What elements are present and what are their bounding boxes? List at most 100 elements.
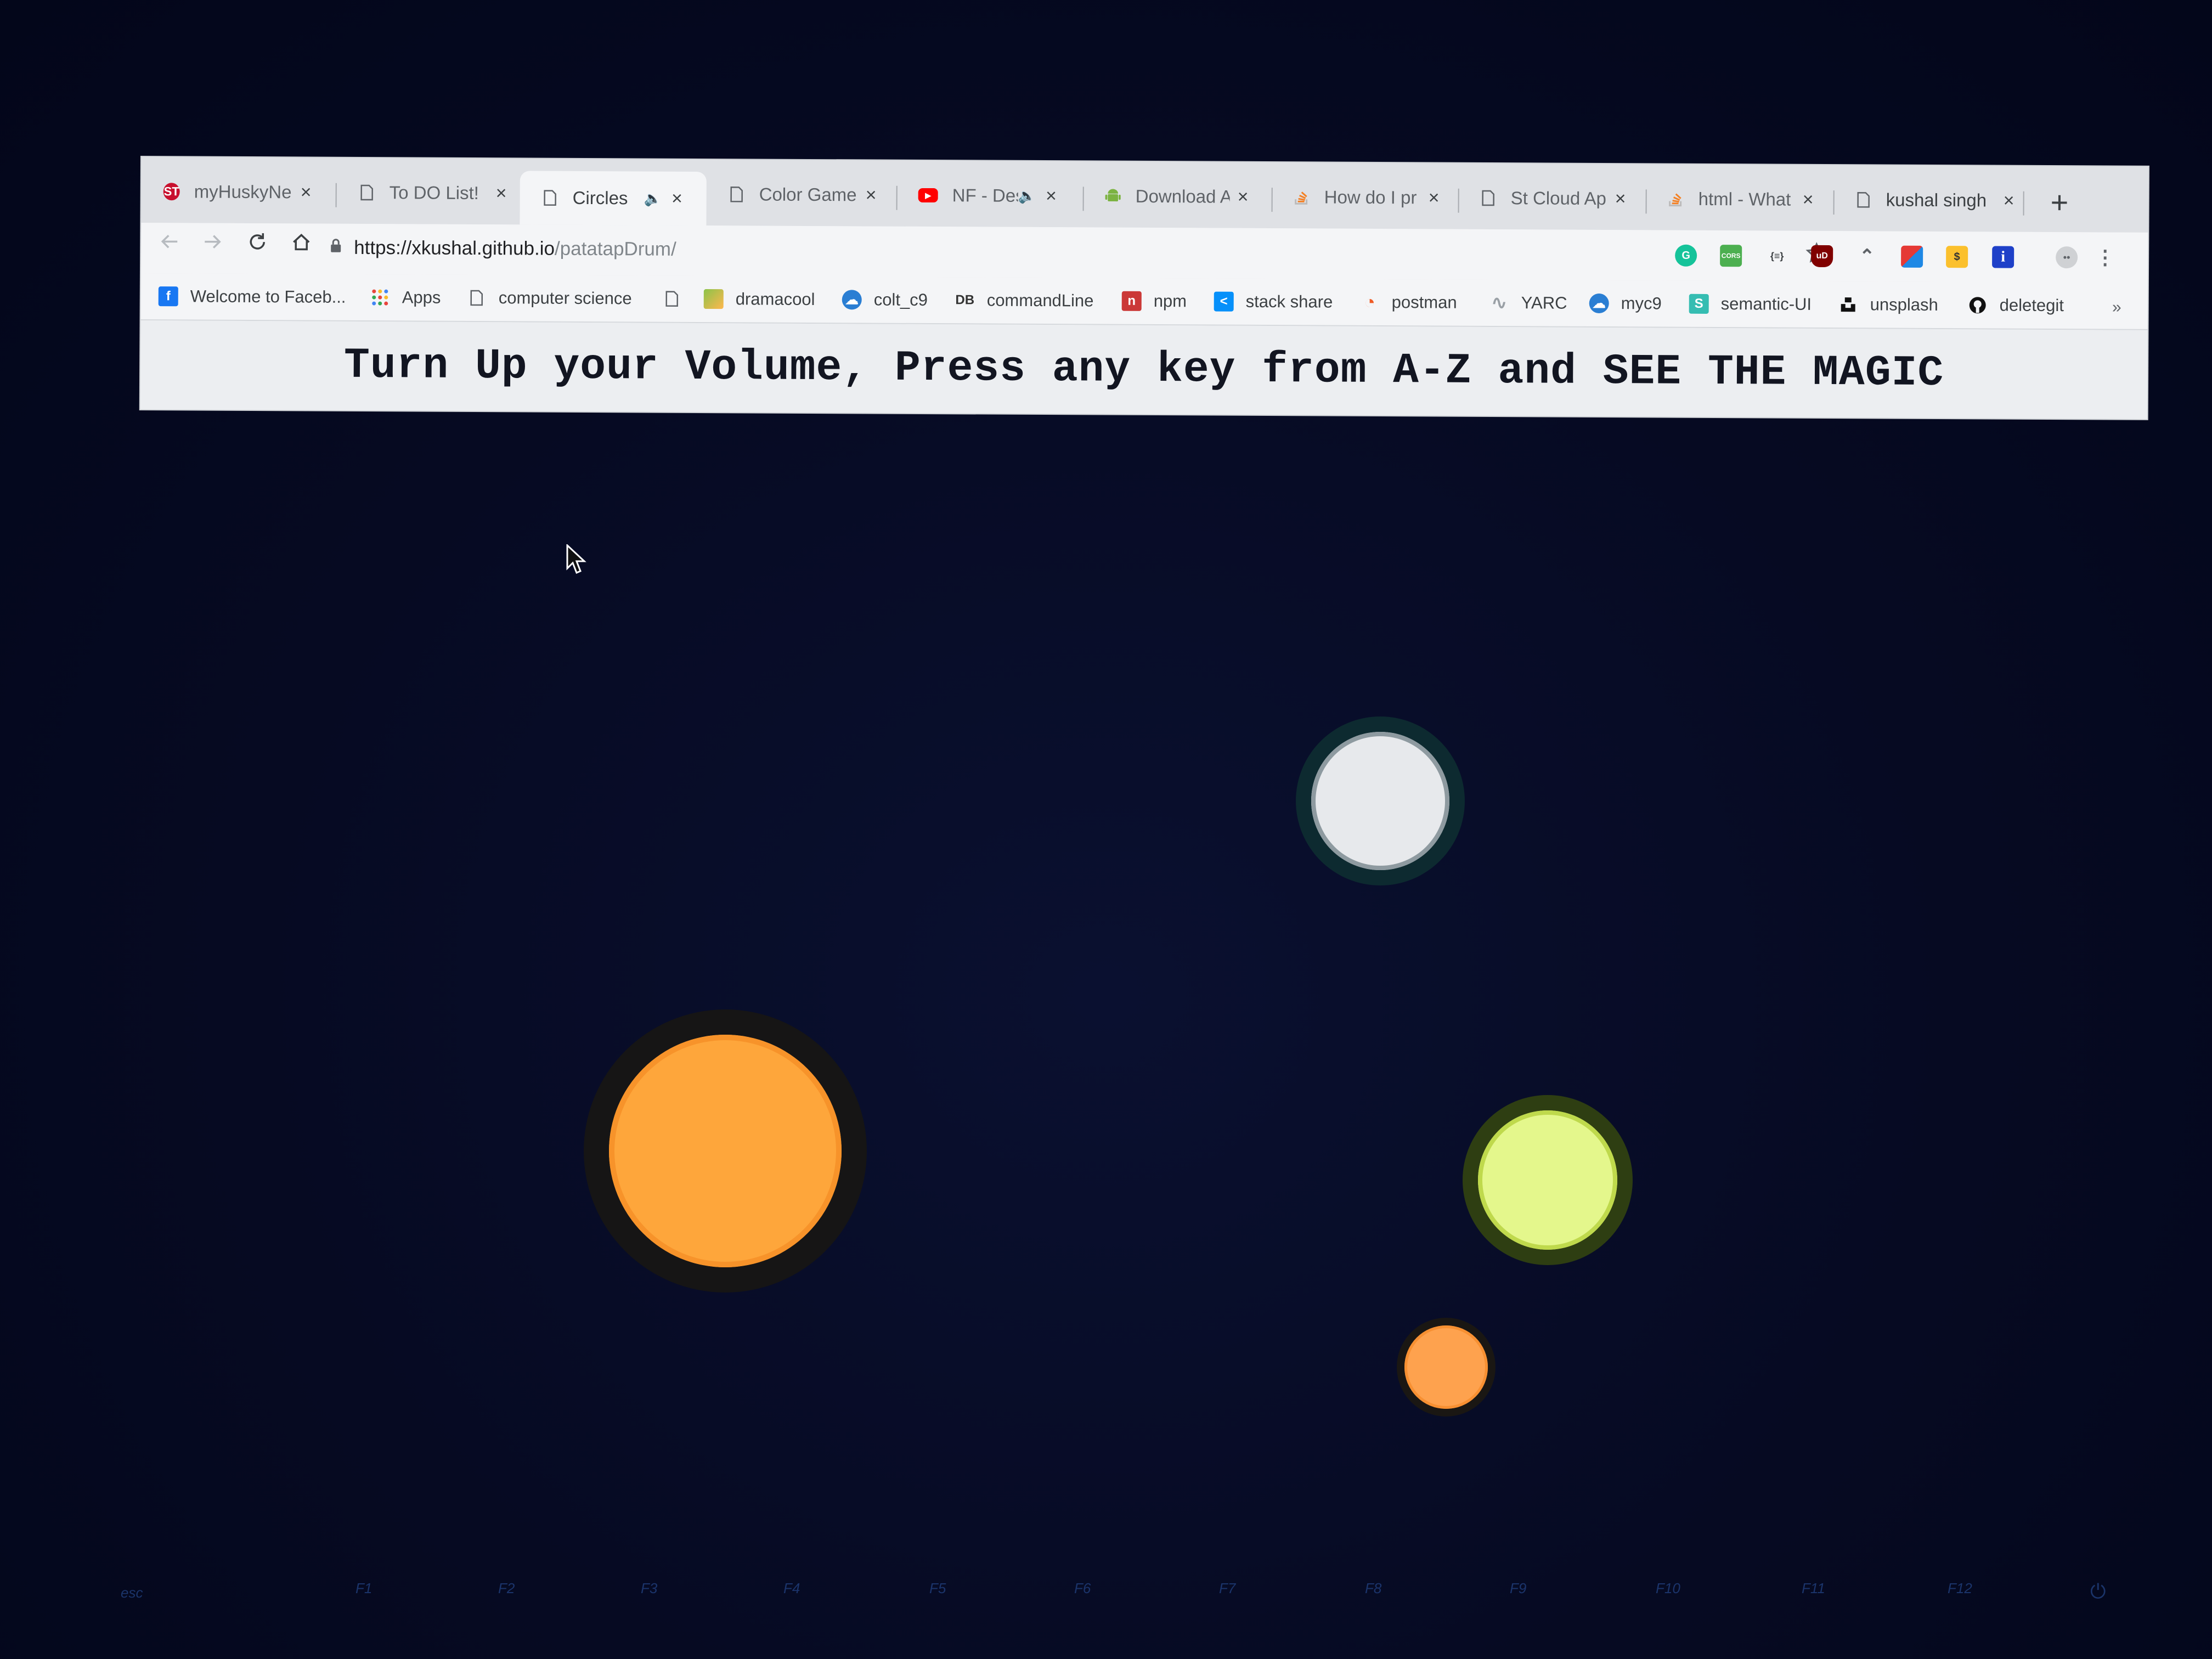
tab-circles[interactable]: Circles 🔈 × <box>520 171 707 226</box>
close-icon[interactable]: × <box>866 184 877 206</box>
home-icon[interactable] <box>290 231 312 259</box>
bookmark-apps[interactable]: Apps <box>370 284 441 311</box>
close-icon[interactable]: × <box>2004 190 2015 211</box>
tab-html-what[interactable]: html - What × <box>1645 174 1814 224</box>
info-icon[interactable]: i <box>1992 246 2015 268</box>
orange-small-circle <box>1404 1325 1488 1409</box>
speaker-icon[interactable]: 🔈 <box>1018 187 1036 204</box>
wave-icon[interactable]: ⌃ <box>1856 245 1878 267</box>
key-f1: F1 <box>356 1580 373 1596</box>
speaker-icon[interactable]: 🔈 <box>644 190 662 207</box>
cloud9-icon: ☁ <box>842 290 862 310</box>
db-icon: DB <box>955 292 975 308</box>
orange-large-circle <box>609 1035 842 1267</box>
bookmark-label: unsplash <box>1870 295 1938 315</box>
tab-title: St Cloud Ap <box>1510 188 1607 209</box>
key-f6: F6 <box>1074 1580 1091 1596</box>
tab-how-do-i[interactable]: How do I pr × <box>1271 172 1440 222</box>
json-viewer-icon[interactable]: {≡} <box>1766 245 1788 267</box>
stackshare-icon: < <box>1214 291 1234 312</box>
close-icon[interactable]: × <box>496 183 507 204</box>
profile-avatar-icon[interactable]: •• <box>2056 246 2078 269</box>
bookmark-npm[interactable]: n npm <box>1121 288 1187 315</box>
github-icon <box>1968 295 1988 315</box>
bookmark-label: dramacool <box>735 289 815 309</box>
key-f5: F5 <box>929 1580 946 1596</box>
address-bar[interactable]: https://xkushal.github.io /patatapDrum/ <box>330 228 1828 275</box>
bookmark-postman[interactable]: ◔ postman <box>1360 289 1457 316</box>
key-f12: F12 <box>1948 1580 1972 1596</box>
cors-icon[interactable]: CORS <box>1720 245 1742 267</box>
ublock-icon[interactable]: uD <box>1811 245 1833 268</box>
close-icon[interactable]: × <box>301 182 312 203</box>
bookmark-label: Apps <box>402 287 441 307</box>
semantic-ui-icon: S <box>1689 294 1709 314</box>
bookmark-label: postman <box>1391 292 1457 312</box>
new-tab-button[interactable]: + <box>2050 185 2068 219</box>
mouse-cursor-icon <box>566 544 586 574</box>
stackoverflow-icon <box>1668 190 1684 208</box>
postman-icon: ◔ <box>1364 291 1376 313</box>
tab-st-cloud[interactable]: St Cloud Ap × <box>1458 173 1626 223</box>
bookmark-unsplash[interactable]: unsplash <box>1838 291 1938 318</box>
close-icon[interactable]: × <box>1046 185 1057 207</box>
stackoverflow-icon <box>1294 188 1310 206</box>
tab-title: html - What <box>1698 188 1791 210</box>
forward-arrow-icon[interactable] <box>201 231 223 259</box>
key-f8: F8 <box>1365 1580 1382 1596</box>
tab-nf[interactable]: ▶ NF - Des 🔈 × <box>896 171 1057 221</box>
key-f3: F3 <box>641 1580 658 1596</box>
bookmark-label: deletegit <box>1999 295 2064 315</box>
bookmark-commandline[interactable]: DB commandLine <box>955 287 1094 314</box>
bookmark-label: colt_c9 <box>873 290 928 310</box>
bookmark-label: stack share <box>1245 291 1333 312</box>
bookmark-label: YARC <box>1521 293 1567 313</box>
close-icon[interactable]: × <box>1238 186 1249 207</box>
back-arrow-icon[interactable] <box>159 230 180 258</box>
key-f11: F11 <box>1802 1580 1825 1596</box>
tab-divider <box>2023 191 2024 216</box>
grammarly-icon[interactable]: G <box>1675 244 1697 267</box>
color-picker-icon[interactable] <box>1901 245 1923 268</box>
bookmark-myc9[interactable]: ☁ myc9 <box>1589 290 1662 317</box>
lime-circle <box>1478 1110 1617 1250</box>
key-f4: F4 <box>783 1580 800 1596</box>
close-icon[interactable]: × <box>1803 189 1814 210</box>
bookmark-facebook[interactable]: f Welcome to Faceb... <box>158 283 346 311</box>
bookmarks-overflow-icon[interactable]: » <box>2112 298 2121 317</box>
tab-myhusky[interactable]: ST myHuskyNe × <box>141 167 312 217</box>
toolbar: https://xkushal.github.io /patatapDrum/ … <box>140 222 2148 283</box>
apps-grid-icon <box>370 287 390 307</box>
tab-title: kushal singh <box>1886 189 1987 211</box>
tab-todo[interactable]: To DO List! × <box>336 168 507 218</box>
youtube-icon: ▶ <box>918 188 938 203</box>
tab-title: Circles <box>572 187 628 208</box>
tab-download[interactable]: Download A × <box>1082 171 1249 221</box>
bookmark-deletegit[interactable]: deletegit <box>1968 292 2064 319</box>
bookmark-yarc[interactable]: ∿ YARC <box>1489 290 1567 317</box>
url-host: https://xkushal.github.io <box>354 236 555 259</box>
tab-title: Color Game <box>759 184 857 205</box>
bookmark-computer-science[interactable]: computer science <box>467 285 632 312</box>
reload-icon[interactable] <box>246 231 268 259</box>
dramacool-icon <box>703 289 724 309</box>
close-icon[interactable]: × <box>672 188 682 209</box>
tab-color-game[interactable]: Color Game × <box>706 170 877 220</box>
menu-kebab-icon[interactable]: ⋮ <box>2094 246 2116 268</box>
bookmark-untitled[interactable] <box>662 286 694 312</box>
tab-kushal-singh[interactable]: kushal singh × <box>1833 175 2015 225</box>
bookmark-label: commandLine <box>986 290 1094 311</box>
page-headline: Turn Up your Volume, Press any key from … <box>343 341 1944 398</box>
bookmark-semantic-ui[interactable]: S semantic-UI <box>1689 291 1812 318</box>
bookmark-label: Welcome to Faceb... <box>190 286 346 307</box>
close-icon[interactable]: × <box>1429 187 1440 208</box>
dollar-icon[interactable]: $ <box>1946 246 1968 268</box>
key-f9: F9 <box>1510 1580 1527 1596</box>
screen: ST myHuskyNe × To DO List! × Circles 🔈 × <box>0 0 2212 1659</box>
bookmark-dramacool[interactable]: dramacool <box>703 286 815 313</box>
close-icon[interactable]: × <box>1615 188 1626 210</box>
page-header: Turn Up your Volume, Press any key from … <box>140 320 2148 419</box>
bookmark-stack-share[interactable]: < stack share <box>1214 289 1333 315</box>
bookmark-colt-c9[interactable]: ☁ colt_c9 <box>842 286 928 313</box>
bookmark-label: npm <box>1153 291 1187 311</box>
